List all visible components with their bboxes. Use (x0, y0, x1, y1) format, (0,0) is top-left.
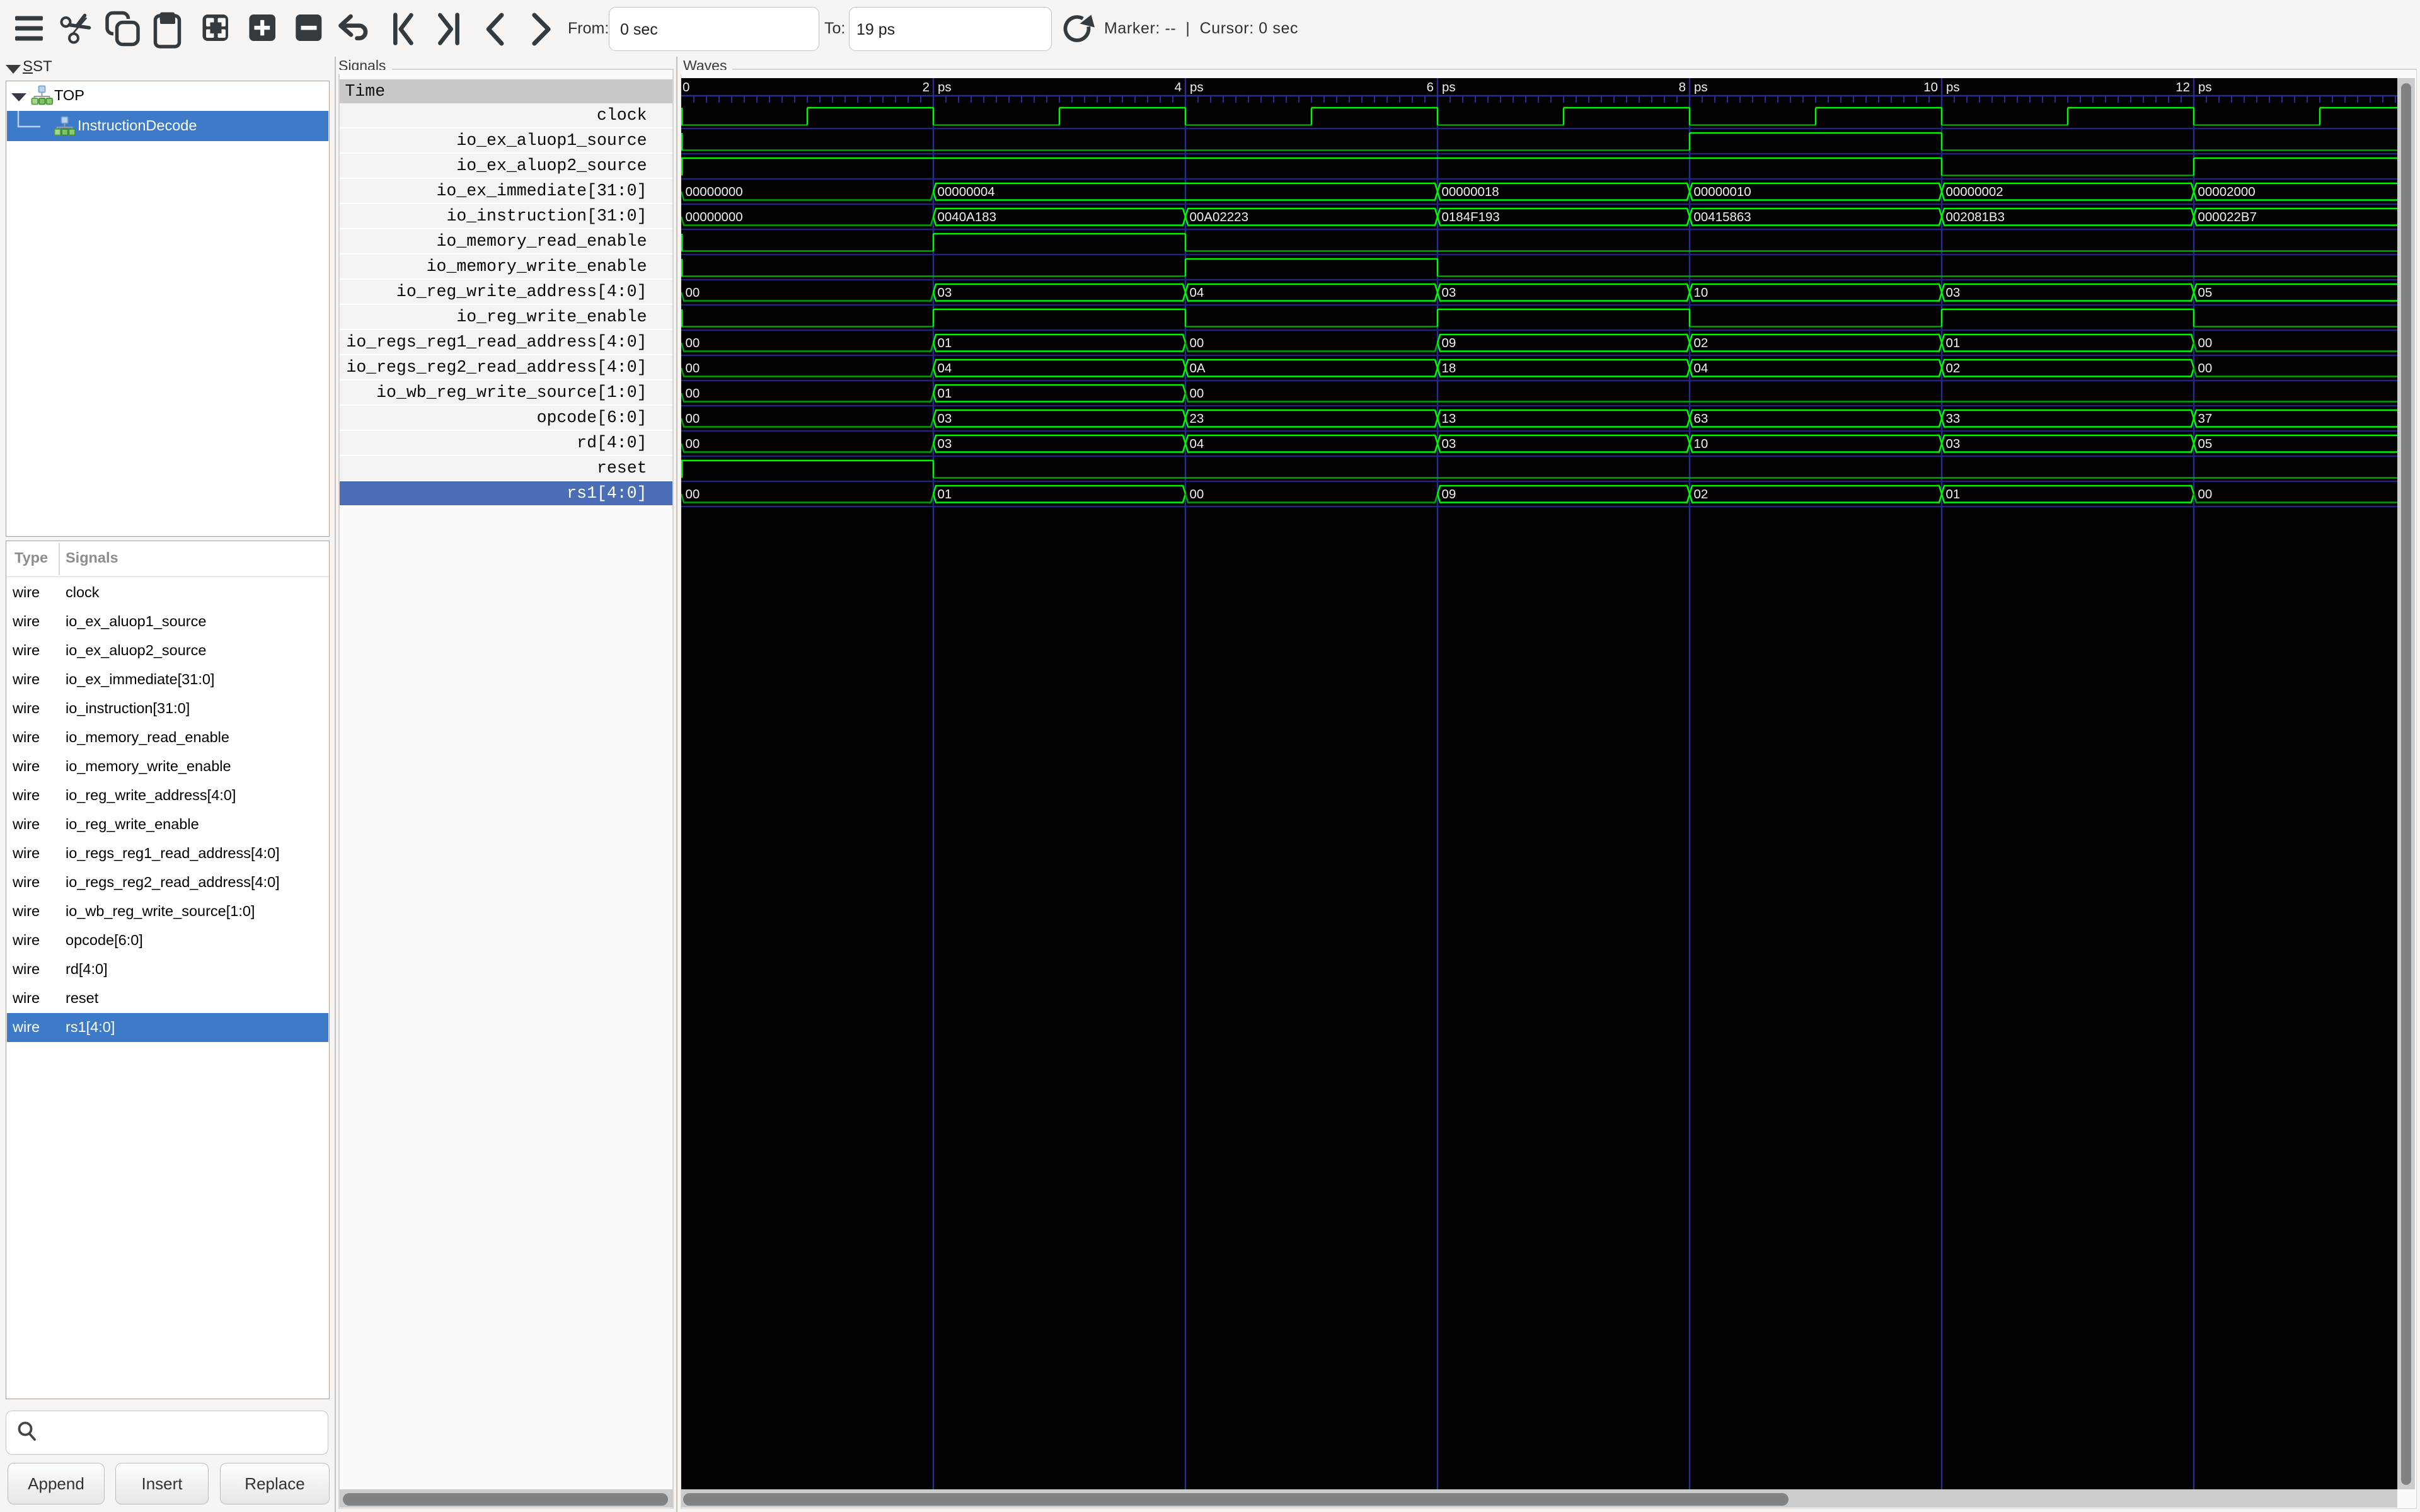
svg-text:03: 03 (1946, 437, 1961, 451)
svg-text:03: 03 (1442, 285, 1456, 300)
svg-text:00: 00 (2198, 361, 2213, 375)
svg-text:00000000: 00000000 (686, 210, 743, 224)
svg-text:04: 04 (1694, 361, 1708, 375)
svg-text:0A: 0A (1190, 361, 1206, 375)
svg-text:002081B3: 002081B3 (1946, 210, 2005, 224)
svg-text:03: 03 (938, 285, 952, 300)
svg-text:12: 12 (2175, 80, 2190, 94)
svg-text:00: 00 (686, 336, 700, 350)
svg-text:2: 2 (923, 80, 930, 94)
svg-text:00000000: 00000000 (686, 185, 743, 199)
svg-text:02: 02 (1694, 336, 1708, 350)
svg-text:03: 03 (1442, 437, 1456, 451)
svg-text:10: 10 (1694, 437, 1708, 451)
svg-text:4: 4 (1175, 80, 1182, 94)
svg-text:ps: ps (1190, 80, 1204, 94)
svg-text:00: 00 (686, 437, 700, 451)
svg-text:63: 63 (1694, 411, 1708, 426)
svg-text:00002000: 00002000 (2198, 185, 2256, 199)
svg-text:00: 00 (686, 361, 700, 375)
svg-text:00: 00 (686, 487, 700, 501)
svg-text:00000010: 00000010 (1694, 185, 1751, 199)
svg-text:04: 04 (1190, 437, 1204, 451)
svg-text:0184F193: 0184F193 (1442, 210, 1500, 224)
svg-text:05: 05 (2198, 285, 2213, 300)
svg-text:03: 03 (938, 437, 952, 451)
svg-text:01: 01 (1946, 487, 1961, 501)
svg-text:00: 00 (2198, 487, 2213, 501)
svg-text:10: 10 (1923, 80, 1938, 94)
svg-text:00: 00 (1190, 487, 1204, 501)
svg-text:00000004: 00000004 (938, 185, 995, 199)
svg-text:ps: ps (2198, 80, 2212, 94)
svg-text:02: 02 (1946, 361, 1961, 375)
svg-text:01: 01 (938, 336, 952, 350)
svg-text:8: 8 (1679, 80, 1686, 94)
svg-text:0: 0 (683, 80, 689, 94)
svg-text:10: 10 (1694, 285, 1708, 300)
svg-text:000022B7: 000022B7 (2198, 210, 2257, 224)
svg-text:05: 05 (2198, 437, 2213, 451)
svg-text:01: 01 (1946, 336, 1961, 350)
svg-text:13: 13 (1442, 411, 1456, 426)
svg-text:18: 18 (1442, 361, 1456, 375)
svg-text:00415863: 00415863 (1694, 210, 1751, 224)
svg-text:00: 00 (1190, 336, 1204, 350)
svg-text:00: 00 (2198, 336, 2213, 350)
svg-text:02: 02 (1694, 487, 1708, 501)
svg-text:01: 01 (938, 487, 952, 501)
svg-text:03: 03 (938, 411, 952, 426)
svg-text:00: 00 (686, 285, 700, 300)
svg-text:37: 37 (2198, 411, 2213, 426)
svg-text:09: 09 (1442, 336, 1456, 350)
svg-text:0040A183: 0040A183 (938, 210, 996, 224)
svg-text:00: 00 (686, 411, 700, 426)
svg-text:33: 33 (1946, 411, 1961, 426)
svg-text:00000018: 00000018 (1442, 185, 1499, 199)
svg-text:00: 00 (686, 386, 700, 401)
svg-text:09: 09 (1442, 487, 1456, 501)
svg-text:04: 04 (938, 361, 952, 375)
svg-text:ps: ps (1946, 80, 1960, 94)
svg-text:23: 23 (1190, 411, 1204, 426)
svg-text:03: 03 (1946, 285, 1961, 300)
svg-text:00A02223: 00A02223 (1190, 210, 1248, 224)
svg-text:ps: ps (1694, 80, 1708, 94)
svg-text:01: 01 (938, 386, 952, 401)
svg-text:00000002: 00000002 (1946, 185, 2003, 199)
svg-text:ps: ps (1442, 80, 1456, 94)
svg-text:ps: ps (938, 80, 952, 94)
svg-text:04: 04 (1190, 285, 1204, 300)
svg-text:6: 6 (1427, 80, 1434, 94)
svg-text:00: 00 (1190, 386, 1204, 401)
